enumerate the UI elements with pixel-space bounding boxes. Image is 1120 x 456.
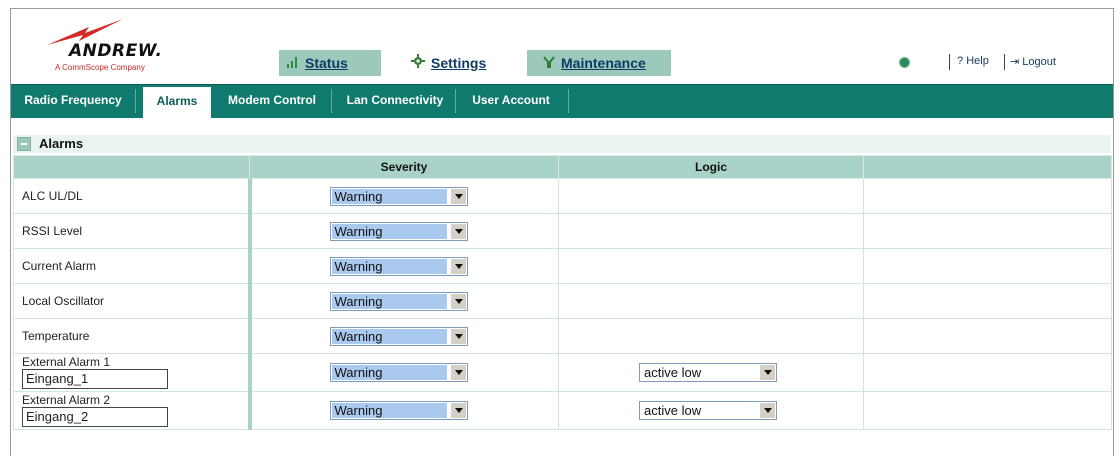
severity-select[interactable]: Warning bbox=[329, 401, 468, 420]
subtab-alarms[interactable]: Alarms bbox=[143, 87, 211, 118]
table-header-row: Severity Logic bbox=[13, 155, 1112, 179]
divider bbox=[1004, 54, 1005, 70]
section-title: Alarms bbox=[39, 136, 84, 151]
divider bbox=[455, 89, 456, 113]
gear-icon bbox=[411, 50, 425, 76]
table-row: External Alarm 2 Eingang_2 Warning activ… bbox=[13, 391, 1112, 430]
external-alarm-name-input[interactable]: Eingang_1 bbox=[22, 369, 168, 389]
severity-select[interactable]: Warning bbox=[329, 256, 468, 276]
collapse-icon[interactable] bbox=[17, 137, 31, 151]
severity-value: Warning bbox=[331, 403, 447, 418]
subtab-lan-connectivity[interactable]: Lan Connectivity bbox=[337, 85, 453, 118]
tab-maintenance-label: Maintenance bbox=[561, 55, 646, 71]
dropdown-arrow-icon[interactable] bbox=[449, 188, 466, 204]
table-row: External Alarm 1 Eingang_1 Warning activ… bbox=[13, 353, 1112, 392]
logic-value: active low bbox=[641, 365, 756, 380]
external-alarm-name-input[interactable]: Eingang_2 bbox=[22, 407, 168, 427]
table-row: Temperature Warning bbox=[13, 318, 1112, 354]
severity-select[interactable]: Warning bbox=[329, 186, 468, 206]
alarm-name: RSSI Level bbox=[13, 213, 250, 249]
dropdown-arrow-icon[interactable] bbox=[449, 223, 466, 239]
alarm-name: Local Oscillator bbox=[13, 283, 250, 319]
divider bbox=[135, 89, 136, 113]
subtab-radio-frequency[interactable]: Radio Frequency bbox=[11, 85, 135, 118]
column-header-logic: Logic bbox=[558, 155, 864, 179]
logic-select[interactable]: active low bbox=[639, 363, 777, 382]
severity-select[interactable]: Warning bbox=[329, 221, 468, 241]
severity-value: Warning bbox=[331, 223, 447, 239]
logic-value: active low bbox=[641, 403, 756, 418]
alarm-name: Temperature bbox=[13, 318, 250, 354]
alarm-name: Current Alarm bbox=[13, 248, 250, 284]
alarm-name: External Alarm 1 bbox=[22, 355, 111, 369]
tools-icon bbox=[543, 50, 555, 76]
page-frame: ANDREW. A CommScope Company Status Setti… bbox=[10, 8, 1114, 456]
severity-value: Warning bbox=[331, 365, 447, 380]
logic-select[interactable]: active low bbox=[639, 401, 777, 420]
help-icon: ? bbox=[957, 55, 964, 67]
dropdown-arrow-icon[interactable] bbox=[449, 365, 466, 380]
dropdown-arrow-icon[interactable] bbox=[449, 403, 466, 418]
tab-status-label: Status bbox=[305, 55, 348, 71]
severity-value: Warning bbox=[331, 328, 447, 344]
column-header bbox=[863, 155, 1112, 179]
divider bbox=[949, 54, 950, 70]
alarm-name: ALC UL/DL bbox=[13, 178, 250, 214]
subtab-modem-control[interactable]: Modem Control bbox=[217, 85, 327, 118]
alarm-name: External Alarm 2 bbox=[22, 393, 111, 407]
subtab-user-account[interactable]: User Account bbox=[459, 85, 563, 118]
severity-select[interactable]: Warning bbox=[329, 363, 468, 382]
column-header-severity: Severity bbox=[249, 155, 559, 179]
sub-navigation: Radio Frequency Alarms Modem Control Lan… bbox=[11, 84, 1113, 118]
tab-settings[interactable]: Settings bbox=[381, 50, 527, 76]
status-indicator-icon bbox=[899, 57, 910, 68]
section-header: Alarms bbox=[13, 135, 1111, 153]
severity-value: Warning bbox=[331, 258, 447, 274]
column-header bbox=[13, 155, 250, 179]
dropdown-arrow-icon[interactable] bbox=[449, 258, 466, 274]
help-label: Help bbox=[966, 55, 989, 67]
tab-maintenance[interactable]: Maintenance bbox=[527, 50, 671, 76]
logout-label: Logout bbox=[1022, 56, 1056, 68]
table-row: RSSI Level Warning bbox=[13, 213, 1112, 249]
alarms-table: Severity Logic ALC UL/DL Warning RSSI Le… bbox=[13, 155, 1112, 430]
severity-select[interactable]: Warning bbox=[329, 291, 468, 311]
dropdown-arrow-icon[interactable] bbox=[449, 328, 466, 344]
tab-settings-label: Settings bbox=[431, 55, 487, 71]
logout-icon: ⇥ bbox=[1010, 56, 1020, 68]
divider bbox=[568, 89, 569, 113]
brand-tagline: A CommScope Company bbox=[55, 63, 145, 72]
table-row: Current Alarm Warning bbox=[13, 248, 1112, 284]
dropdown-arrow-icon[interactable] bbox=[759, 403, 775, 418]
table-row: Local Oscillator Warning bbox=[13, 283, 1112, 319]
logout-link[interactable]: ⇥ Logout bbox=[1010, 55, 1056, 68]
dropdown-arrow-icon[interactable] bbox=[759, 365, 775, 380]
signal-bars-icon bbox=[287, 50, 299, 76]
severity-select[interactable]: Warning bbox=[329, 326, 468, 346]
severity-value: Warning bbox=[331, 188, 447, 204]
divider bbox=[331, 89, 332, 113]
dropdown-arrow-icon[interactable] bbox=[449, 293, 466, 309]
header-actions: ? Help ⇥ Logout bbox=[853, 53, 1113, 73]
help-link[interactable]: ? Help bbox=[957, 55, 989, 67]
table-row: ALC UL/DL Warning bbox=[13, 178, 1112, 214]
header: ANDREW. A CommScope Company Status Setti… bbox=[11, 9, 1113, 84]
severity-value: Warning bbox=[331, 293, 447, 309]
tab-status[interactable]: Status bbox=[279, 50, 381, 76]
andrew-logo: ANDREW. A CommScope Company bbox=[39, 19, 189, 74]
brand-name: ANDREW. bbox=[69, 41, 163, 61]
